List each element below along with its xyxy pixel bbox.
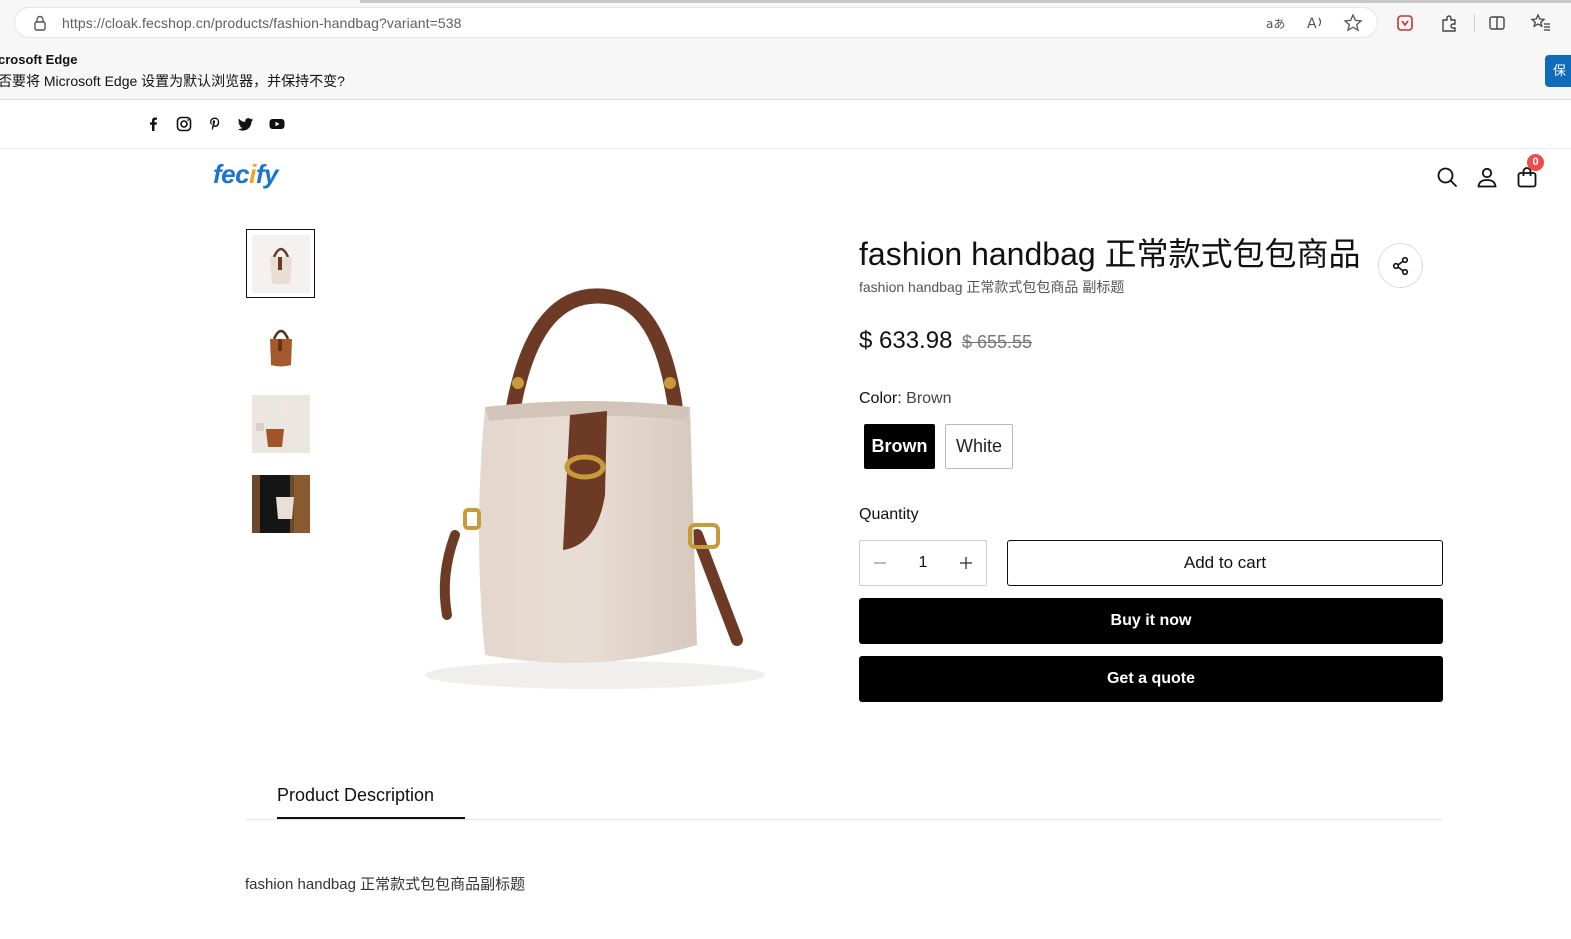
youtube-icon[interactable]: [269, 116, 285, 132]
quantity-label: Quantity: [859, 506, 919, 523]
favorite-star-icon[interactable]: [1343, 13, 1363, 33]
handbag-beige-thumbnail-image: [251, 234, 310, 293]
quantity-stepper: 1: [859, 540, 987, 586]
color-label-text: Color:: [859, 390, 902, 407]
product-main-image[interactable]: [385, 235, 825, 705]
add-to-cart-button[interactable]: Add to cart: [1007, 540, 1443, 586]
page-load-progress: [360, 0, 1571, 3]
description-tabs-divider: [245, 819, 1443, 820]
logo-text-tail: fy: [255, 159, 279, 189]
plus-icon: [960, 557, 972, 569]
color-swatch-brown[interactable]: Brown: [864, 424, 935, 469]
product-description-text: fashion handbag 正常款式包包商品副标题: [245, 876, 526, 893]
site-logo[interactable]: fecify: [213, 159, 278, 190]
extension-red-icon[interactable]: [1394, 12, 1416, 34]
read-aloud-icon[interactable]: A: [1305, 13, 1325, 33]
product-price: $ 633.98: [859, 327, 953, 354]
split-screen-icon[interactable]: [1486, 12, 1508, 34]
color-selected-value: Brown: [906, 390, 952, 407]
model-with-handbag-thumbnail-image: [251, 474, 310, 533]
toolbar-divider: [1474, 14, 1475, 32]
thumbnail-1[interactable]: [246, 229, 315, 298]
product-title: fashion handbag 正常款式包包商品: [859, 236, 1361, 272]
account-icon[interactable]: [1475, 165, 1499, 189]
logo-text-main: fec: [213, 159, 250, 189]
minus-icon: [874, 562, 886, 564]
search-icon[interactable]: [1435, 165, 1459, 189]
thumbnail-4[interactable]: [246, 469, 315, 538]
address-bar[interactable]: https://cloak.fecshop.cn/products/fashio…: [14, 7, 1378, 38]
buy-it-now-button[interactable]: Buy it now: [859, 598, 1443, 644]
translate-icon[interactable]: aあ: [1265, 13, 1285, 33]
social-bar: [0, 100, 1571, 149]
infobar-title: crosoft Edge: [0, 52, 78, 67]
handbags-pair-thumbnail-image: [251, 394, 310, 453]
infobar-keep-button[interactable]: 保: [1545, 55, 1571, 87]
twitter-icon[interactable]: [238, 116, 254, 132]
tab-product-description[interactable]: Product Description: [277, 785, 434, 806]
thumbnail-2[interactable]: [246, 309, 315, 378]
lock-icon[interactable]: [31, 14, 49, 32]
share-button[interactable]: [1378, 243, 1423, 288]
default-browser-infobar: crosoft Edge 否要将 Microsoft Edge 设置为默认浏览器…: [0, 46, 1571, 100]
browser-toolbar: https://cloak.fecshop.cn/products/fashio…: [0, 0, 1571, 46]
quantity-increase-button[interactable]: [946, 541, 986, 585]
infobar-message: 否要将 Microsoft Edge 设置为默认浏览器，并保持不变?: [0, 73, 345, 89]
color-option-label: Color: Brown: [859, 390, 952, 408]
quantity-input[interactable]: 1: [900, 541, 946, 585]
product-subtitle: fashion handbag 正常款式包包商品 副标题: [859, 279, 1125, 295]
svg-text:aあ: aあ: [1266, 17, 1285, 31]
facebook-icon[interactable]: [145, 116, 161, 132]
quantity-decrease-button[interactable]: [860, 541, 900, 585]
pinterest-icon[interactable]: [207, 116, 223, 132]
extensions-puzzle-icon[interactable]: [1438, 12, 1460, 34]
favorites-list-icon[interactable]: [1530, 12, 1552, 34]
cart-count-badge: 0: [1527, 154, 1544, 171]
instagram-icon[interactable]: [176, 116, 192, 132]
color-swatch-white[interactable]: White: [945, 424, 1013, 469]
url-text[interactable]: https://cloak.fecshop.cn/products/fashio…: [62, 15, 462, 31]
thumbnail-3[interactable]: [246, 389, 315, 458]
svg-text:A: A: [1307, 16, 1317, 32]
active-tab-indicator: [277, 817, 465, 819]
compare-at-price: $ 655.55: [962, 332, 1033, 352]
get-a-quote-button[interactable]: Get a quote: [859, 656, 1443, 702]
share-icon: [1392, 256, 1408, 275]
logo-text-accent: i: [249, 159, 256, 189]
handbag-brown-thumbnail-image: [251, 314, 310, 373]
